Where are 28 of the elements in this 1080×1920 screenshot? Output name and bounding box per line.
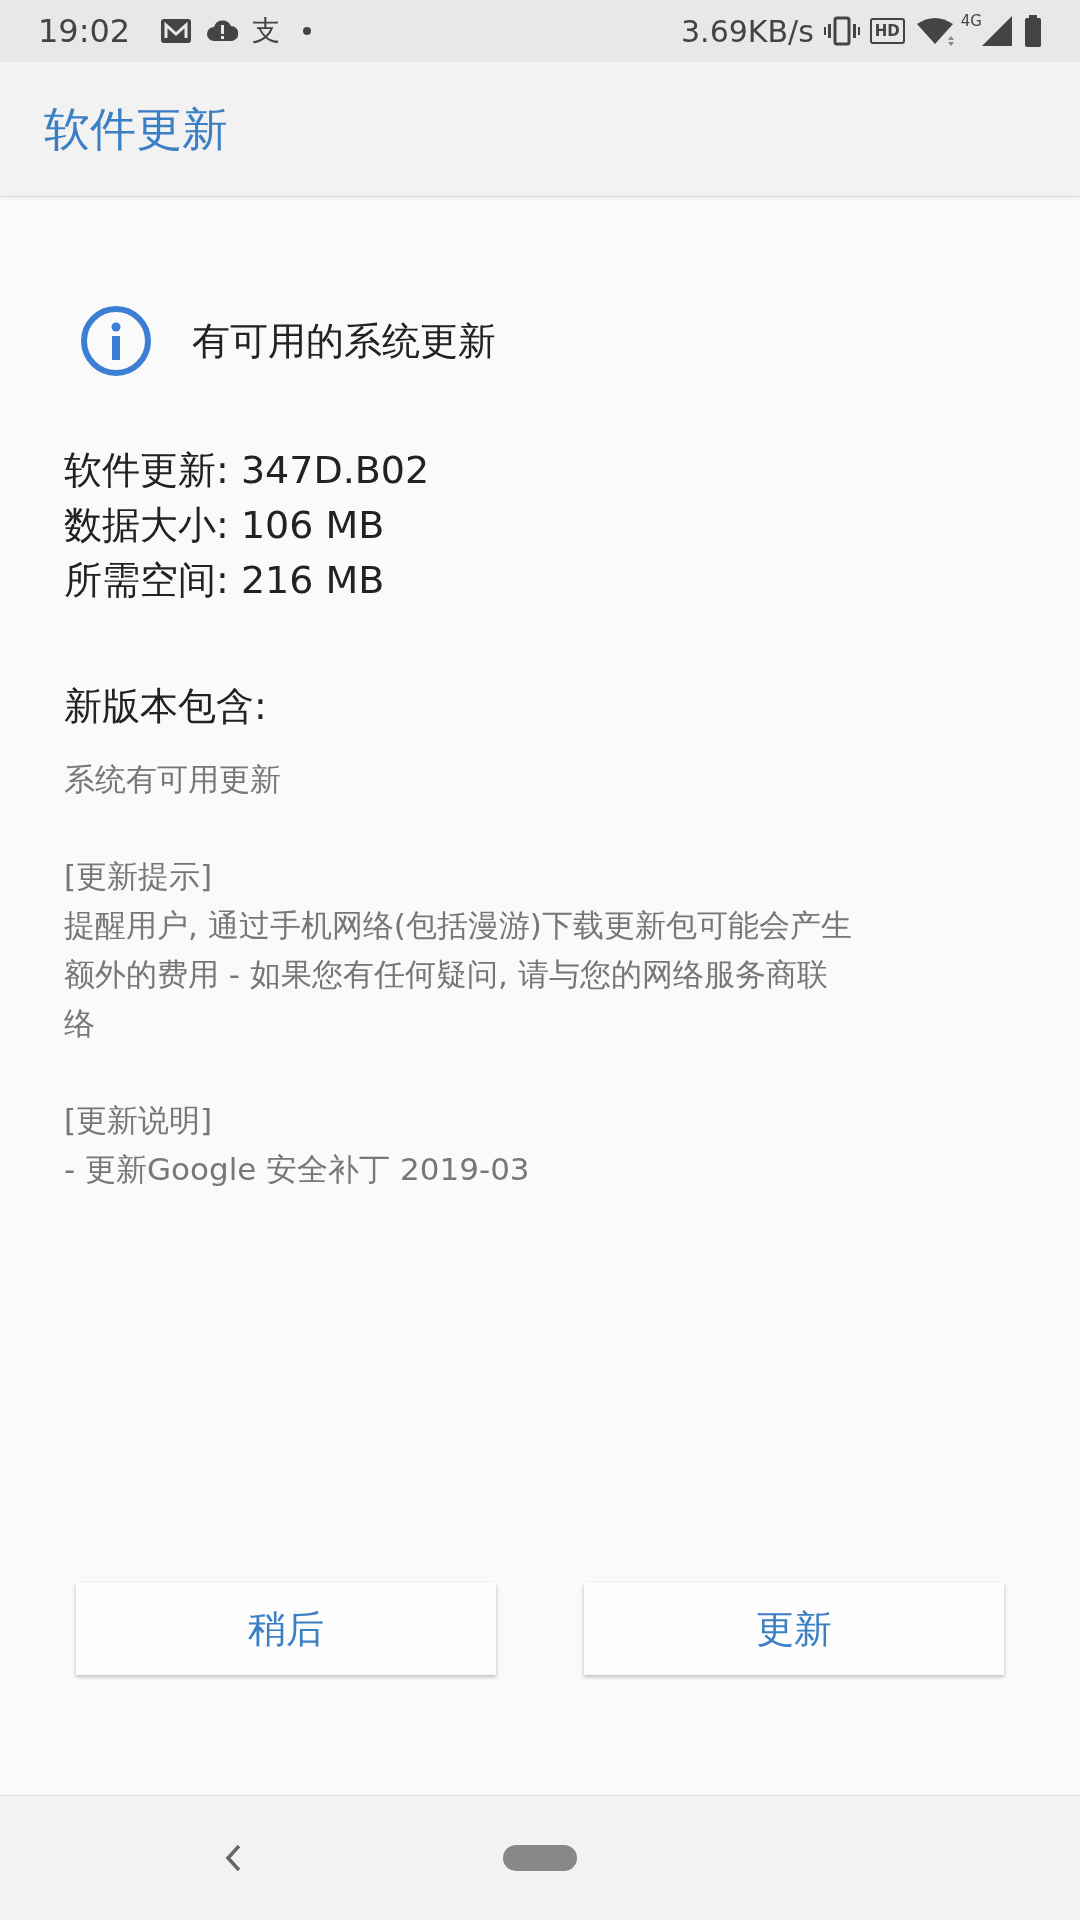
mail-icon (160, 18, 193, 44)
back-icon[interactable] (224, 1844, 242, 1872)
notification-glyph: 支 (252, 13, 281, 49)
section-heading: 新版本包含: (64, 683, 268, 730)
clock: 19:02 (38, 11, 131, 52)
note-heading: [更新说明] (64, 1101, 214, 1140)
detail-line: 软件更新: 347D.B02 (64, 447, 431, 494)
update-button[interactable]: 更新 (584, 1583, 1004, 1675)
signal-icon (982, 16, 1012, 46)
wifi-icon (916, 16, 957, 46)
network-speed: 3.69KB/s (681, 12, 814, 51)
hd-badge: HD (869, 17, 905, 45)
info-icon (80, 305, 152, 377)
battery-icon (1024, 15, 1042, 47)
dot-icon (302, 26, 313, 36)
cloud-alert-icon (206, 19, 239, 43)
detail-line: 数据大小: 106 MB (64, 502, 386, 549)
note-text: 提醒用户, 通过手机网络(包括漫游)下载更新包可能会产生 额外的费用 - 如果您有任何疑问, 请与您的网络服务商联 络 (64, 906, 853, 1043)
network-type: 4G (960, 11, 982, 32)
app-title: 软件更新 (44, 100, 228, 158)
note-text: - 更新Google 安全补丁 2019-03 (64, 1150, 531, 1189)
notice-text: 有可用的系统更新 (192, 317, 496, 365)
home-icon[interactable] (503, 1845, 577, 1871)
detail-line: 所需空间: 216 MB (64, 557, 386, 604)
vibrate-icon (823, 16, 860, 46)
note-heading: [更新提示] (64, 857, 214, 896)
note-text: 系统有可用更新 (64, 760, 282, 799)
later-button[interactable]: 稍后 (76, 1583, 496, 1675)
